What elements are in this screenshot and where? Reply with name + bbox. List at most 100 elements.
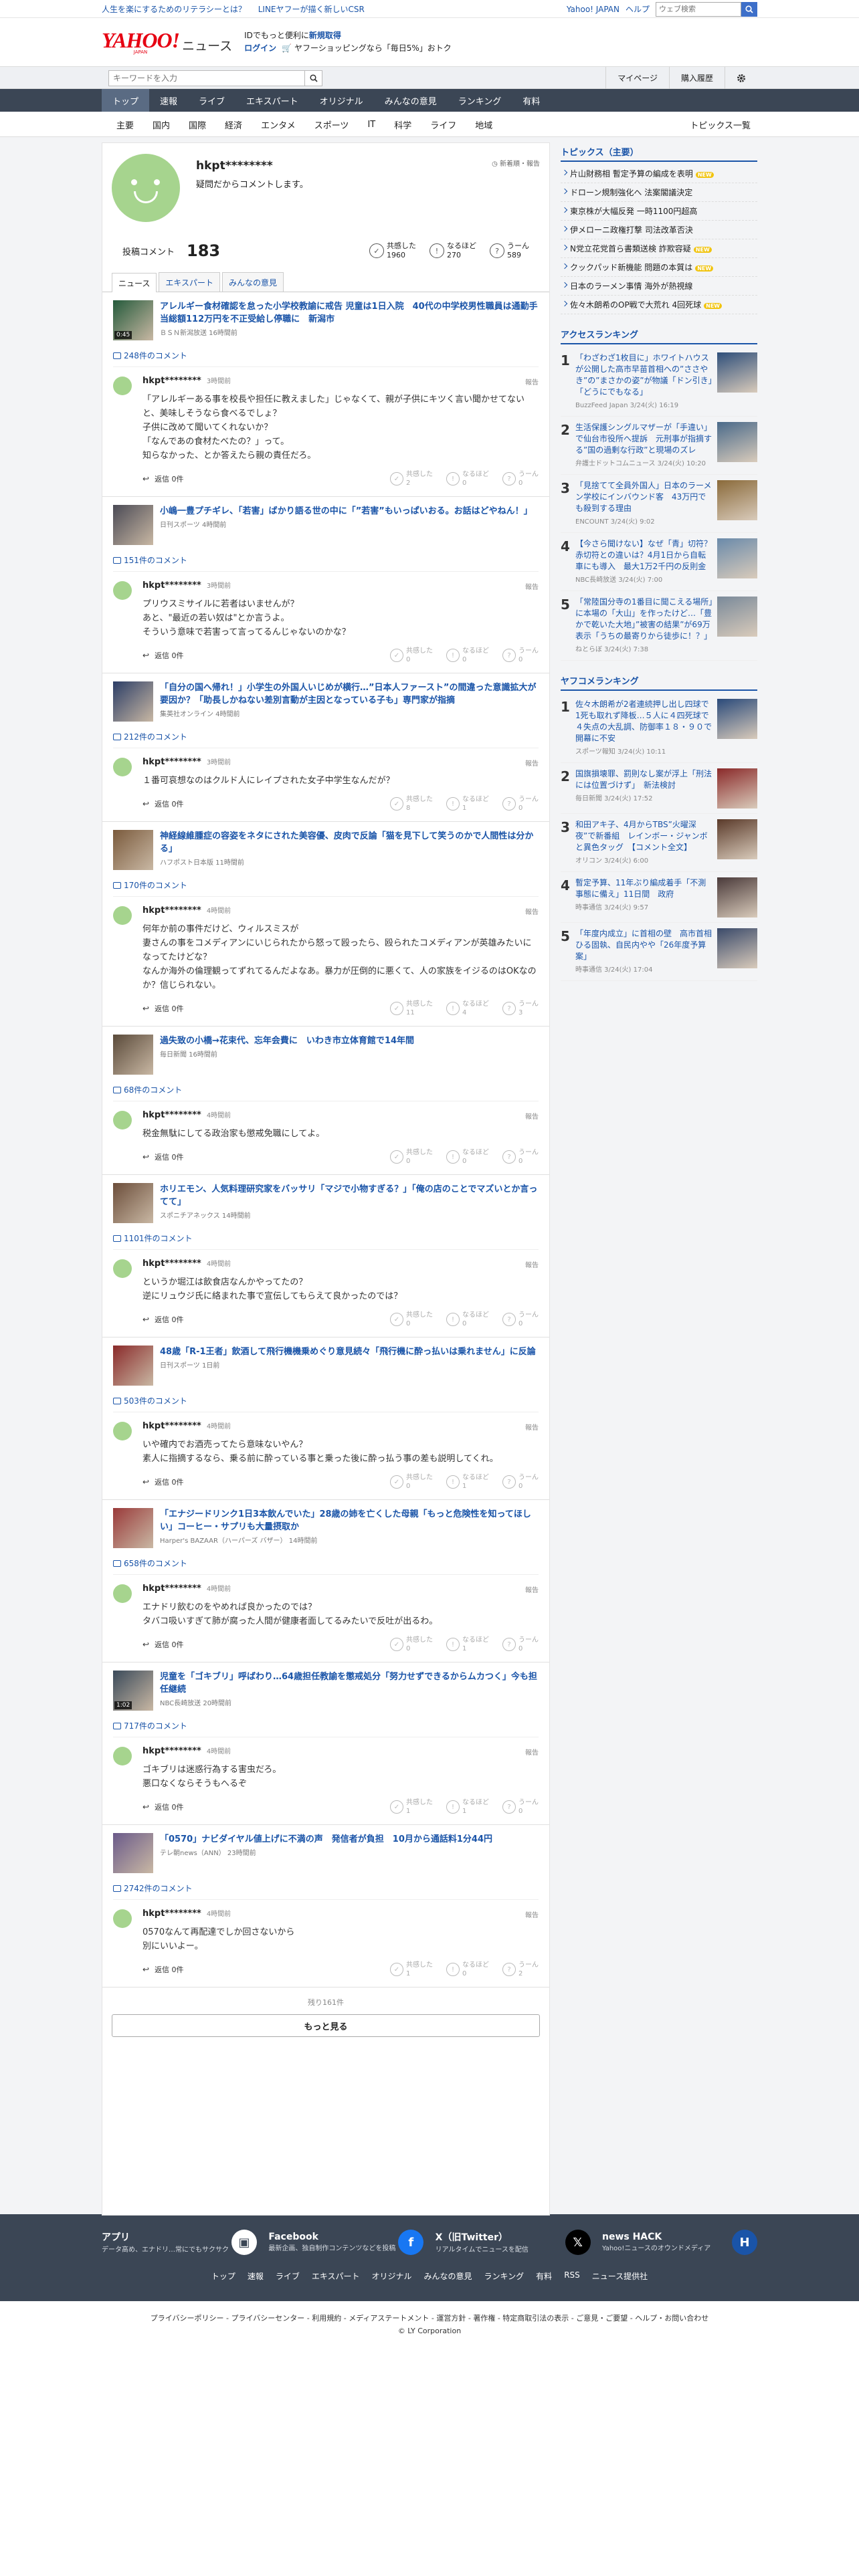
category-5[interactable]: スポーツ <box>305 118 359 131</box>
reaction-button[interactable]: ! なるほど 0 <box>446 1148 489 1166</box>
comment-author[interactable]: hkpt******** <box>142 1746 201 1756</box>
category-9[interactable]: 地域 <box>466 118 502 131</box>
report-link[interactable]: 報告 <box>525 377 539 387</box>
comment-author[interactable]: hkpt******** <box>142 757 201 767</box>
reply-button[interactable]: ↩ 返信 0件 <box>142 1639 184 1650</box>
promo-link-literacy[interactable]: 人生を楽にするためのリテラシーとは？ <box>102 5 246 14</box>
ranking-item[interactable]: 2 国旗損壊罪、罰則なし案が浮上「刑法には位置づけず」 新法検討 毎日新聞 3/24… <box>561 763 757 814</box>
reaction-button[interactable]: ? うーん 0 <box>502 1311 539 1328</box>
web-search-button[interactable] <box>741 1 757 17</box>
reaction-button[interactable]: ! なるほど 0 <box>446 647 489 664</box>
article-link[interactable]: 「エナジードリンク1日3本飲んでいた」28歳の姉を亡くした母親「もっと危険性を知… <box>113 1508 539 1552</box>
topic-item[interactable]: 片山財務相 暫定予算の編成を表明 NEW <box>561 165 757 183</box>
ranking-item[interactable]: 5 「常陸国分寺の1番目に聞こえる場所」に本場の「大山」を作ったけど…「豊かで乾い… <box>561 591 757 661</box>
comment-author[interactable]: hkpt******** <box>142 1259 201 1269</box>
footer-block[interactable]: アプリ データ高め、エナドリ…常にでもサクサク ▣ <box>102 2230 257 2255</box>
reaction-button[interactable]: ✓ 共感した 0 <box>390 1473 433 1491</box>
article-link[interactable]: ホリエモン、人気料理研究家をバッサリ「マジで小物すぎる？」「俺の店のことでマズい… <box>113 1183 539 1227</box>
article-title[interactable]: 小嶋一豊プチギレ、「若害」ばかり語る世の中に「”若害”もいっぱいおる。お話はどや… <box>160 505 533 518</box>
reaction-button[interactable]: ? うーん 0 <box>502 1148 539 1166</box>
category-3[interactable]: 経済 <box>215 118 252 131</box>
topic-item[interactable]: ドローン規制強化へ 法案閣議決定 <box>561 183 757 202</box>
article-link[interactable]: 1:02 児童を「ゴキブリ」呼ばわり…64歳担任教諭を懲戒処分「努力せずできるから… <box>113 1671 539 1715</box>
comment-author[interactable]: hkpt******** <box>142 1584 201 1594</box>
topics-list-link[interactable]: トピックス一覧 <box>690 118 757 131</box>
article-title[interactable]: ホリエモン、人気料理研究家をバッサリ「マジで小物すぎる？」「俺の店のことでマズい… <box>160 1183 539 1208</box>
comment-count-link[interactable]: 68件のコメント <box>113 1084 539 1095</box>
reply-button[interactable]: ↩ 返信 0件 <box>142 650 184 661</box>
article-link[interactable]: 神経線維腫症の容姿をネタにされた美容優、皮肉で反論「猫を見下して笑うのかで人間性… <box>113 830 539 874</box>
article-title[interactable]: 「エナジードリンク1日3本飲んでいた」28歳の姉を亡くした母親「もっと危険性を知… <box>160 1508 539 1533</box>
ranking-item[interactable]: 3 「見捨てて全員外国人」日本のラーメン学校にインバウンド客 43万円でも殺到する… <box>561 475 757 533</box>
comment-count-link[interactable]: 151件のコメント <box>113 554 539 566</box>
reaction-button[interactable]: ? うーん 2 <box>502 1961 539 1978</box>
category-4[interactable]: エンタメ <box>252 118 305 131</box>
reply-button[interactable]: ↩ 返信 0件 <box>142 1314 184 1325</box>
reply-button[interactable]: ↩ 返信 0件 <box>142 1003 184 1014</box>
legal-line[interactable]: プライバシーポリシー - プライバシーセンター - 利用規約 - メディアステー… <box>0 2312 859 2325</box>
footer-link[interactable]: トップ <box>211 2270 235 2282</box>
reaction-button[interactable]: ? うーん 0 <box>502 795 539 813</box>
register-link[interactable]: 新規取得 <box>309 31 341 40</box>
gnav-tab-6[interactable]: ランキング <box>448 89 512 112</box>
report-link[interactable]: 報告 <box>525 1422 539 1432</box>
report-link[interactable]: 報告 <box>525 1259 539 1269</box>
reaction-button[interactable]: ! なるほど 4 <box>446 1000 489 1017</box>
reaction-button[interactable]: ! なるほど 1 <box>446 1473 489 1491</box>
report-link[interactable]: 報告 <box>525 1909 539 1919</box>
report-link[interactable]: 報告 <box>525 581 539 591</box>
footer-link[interactable]: ニュース提供社 <box>592 2270 648 2282</box>
category-6[interactable]: IT <box>358 120 385 130</box>
ranking-item[interactable]: 5 「年度内成立」に首相の壁 高市首相ひる固執、自民内やや「26年度予算案」 時事通… <box>561 923 757 981</box>
reaction-button[interactable]: ? うーん 3 <box>502 1000 539 1017</box>
reaction-button[interactable]: ✓ 共感した 1 <box>390 1961 433 1978</box>
reaction-button[interactable]: ✓ 共感した 11 <box>390 1000 433 1017</box>
yahoo-japan-link[interactable]: Yahoo! JAPAN <box>567 5 619 14</box>
promo-link-csr[interactable]: LINEヤフーが描く新しいCSR <box>258 5 365 14</box>
comment-author[interactable]: hkpt******** <box>142 1110 201 1120</box>
article-link[interactable]: 過失致の小橋→花束代、忘年会費に いわき市立体育館で14年間 毎日新聞 16時間前 <box>113 1035 539 1079</box>
footer-block[interactable]: news HACK Yahoo!ニュースのオウンドメディア H <box>602 2230 757 2255</box>
comment-count-link[interactable]: 717件のコメント <box>113 1720 539 1731</box>
topic-item[interactable]: 日本のラーメン事情 海外が熱視線 <box>561 277 757 296</box>
ranking-item[interactable]: 2 生活保護シングルマザーが「手違い」で仙台市役所へ提訴 元刑事が指摘する”国の過… <box>561 417 757 475</box>
gnav-tab-7[interactable]: 有料 <box>512 89 551 112</box>
footer-block[interactable]: X（旧Twitter） リアルタイムでニュースを配信 𝕏 <box>436 2230 591 2255</box>
footer-block[interactable]: Facebook 最新企画、独自制作コンテンツなどを投稿 f <box>268 2230 424 2255</box>
footer-link[interactable]: 有料 <box>536 2270 552 2282</box>
reaction-button[interactable]: ? うーん 0 <box>502 1636 539 1653</box>
footer-link[interactable]: みんなの意見 <box>424 2270 472 2282</box>
settings-button[interactable] <box>725 67 757 89</box>
reaction-button[interactable]: ! なるほど 0 <box>446 1961 489 1978</box>
sort-order[interactable]: ◷ 新着順・報告 <box>492 158 540 168</box>
reaction-button[interactable]: ✓ 共感した 1 <box>390 1798 433 1816</box>
comment-count-link[interactable]: 170件のコメント <box>113 879 539 891</box>
report-link[interactable]: 報告 <box>525 906 539 916</box>
comment-count-link[interactable]: 658件のコメント <box>113 1558 539 1569</box>
category-2[interactable]: 国際 <box>179 118 215 131</box>
reaction-button[interactable]: ✓ 共感した 8 <box>390 795 433 813</box>
comment-author[interactable]: hkpt******** <box>142 1421 201 1431</box>
purchase-history-link[interactable]: 購入履歴 <box>668 67 725 89</box>
category-7[interactable]: 科学 <box>385 118 421 131</box>
ranking-item[interactable]: 4 暫定予算、11年ぶり編成着手「不測事態に備え」11日間 政府 時事通信 3/24… <box>561 872 757 923</box>
reply-button[interactable]: ↩ 返信 0件 <box>142 1152 184 1162</box>
article-link[interactable]: 「0570」ナビダイヤル値上げに不満の声 発信者が負担 10月から通話料1分44… <box>113 1833 539 1877</box>
keyword-search-input[interactable] <box>108 70 305 86</box>
article-title[interactable]: アレルギー食材確認を怠った小学校教諭に戒告 児童は1日入院 40代の中学校男性職… <box>160 300 539 326</box>
gnav-tab-1[interactable]: 速報 <box>149 89 188 112</box>
comment-author[interactable]: hkpt******** <box>142 905 201 916</box>
article-title[interactable]: 「0570」ナビダイヤル値上げに不満の声 発信者が負担 10月から通話料1分44… <box>160 1833 492 1846</box>
footer-link[interactable]: ライブ <box>276 2270 300 2282</box>
reaction-button[interactable]: ? うーん 0 <box>502 647 539 664</box>
comment-count-link[interactable]: 503件のコメント <box>113 1395 539 1406</box>
comment-count-link[interactable]: 212件のコメント <box>113 731 539 742</box>
footer-link[interactable]: オリジナル <box>372 2270 412 2282</box>
topic-item[interactable]: 東京株が大幅反発 一時1100円超高 <box>561 202 757 221</box>
reply-button[interactable]: ↩ 返信 0件 <box>142 798 184 809</box>
category-8[interactable]: ライフ <box>421 118 466 131</box>
reaction-button[interactable]: ✓ 共感した 0 <box>390 1148 433 1166</box>
reply-button[interactable]: ↩ 返信 0件 <box>142 1964 184 1975</box>
reaction-button[interactable]: ✓ 共感した 0 <box>390 1636 433 1653</box>
reaction-button[interactable]: ? うーん 0 <box>502 1473 539 1491</box>
